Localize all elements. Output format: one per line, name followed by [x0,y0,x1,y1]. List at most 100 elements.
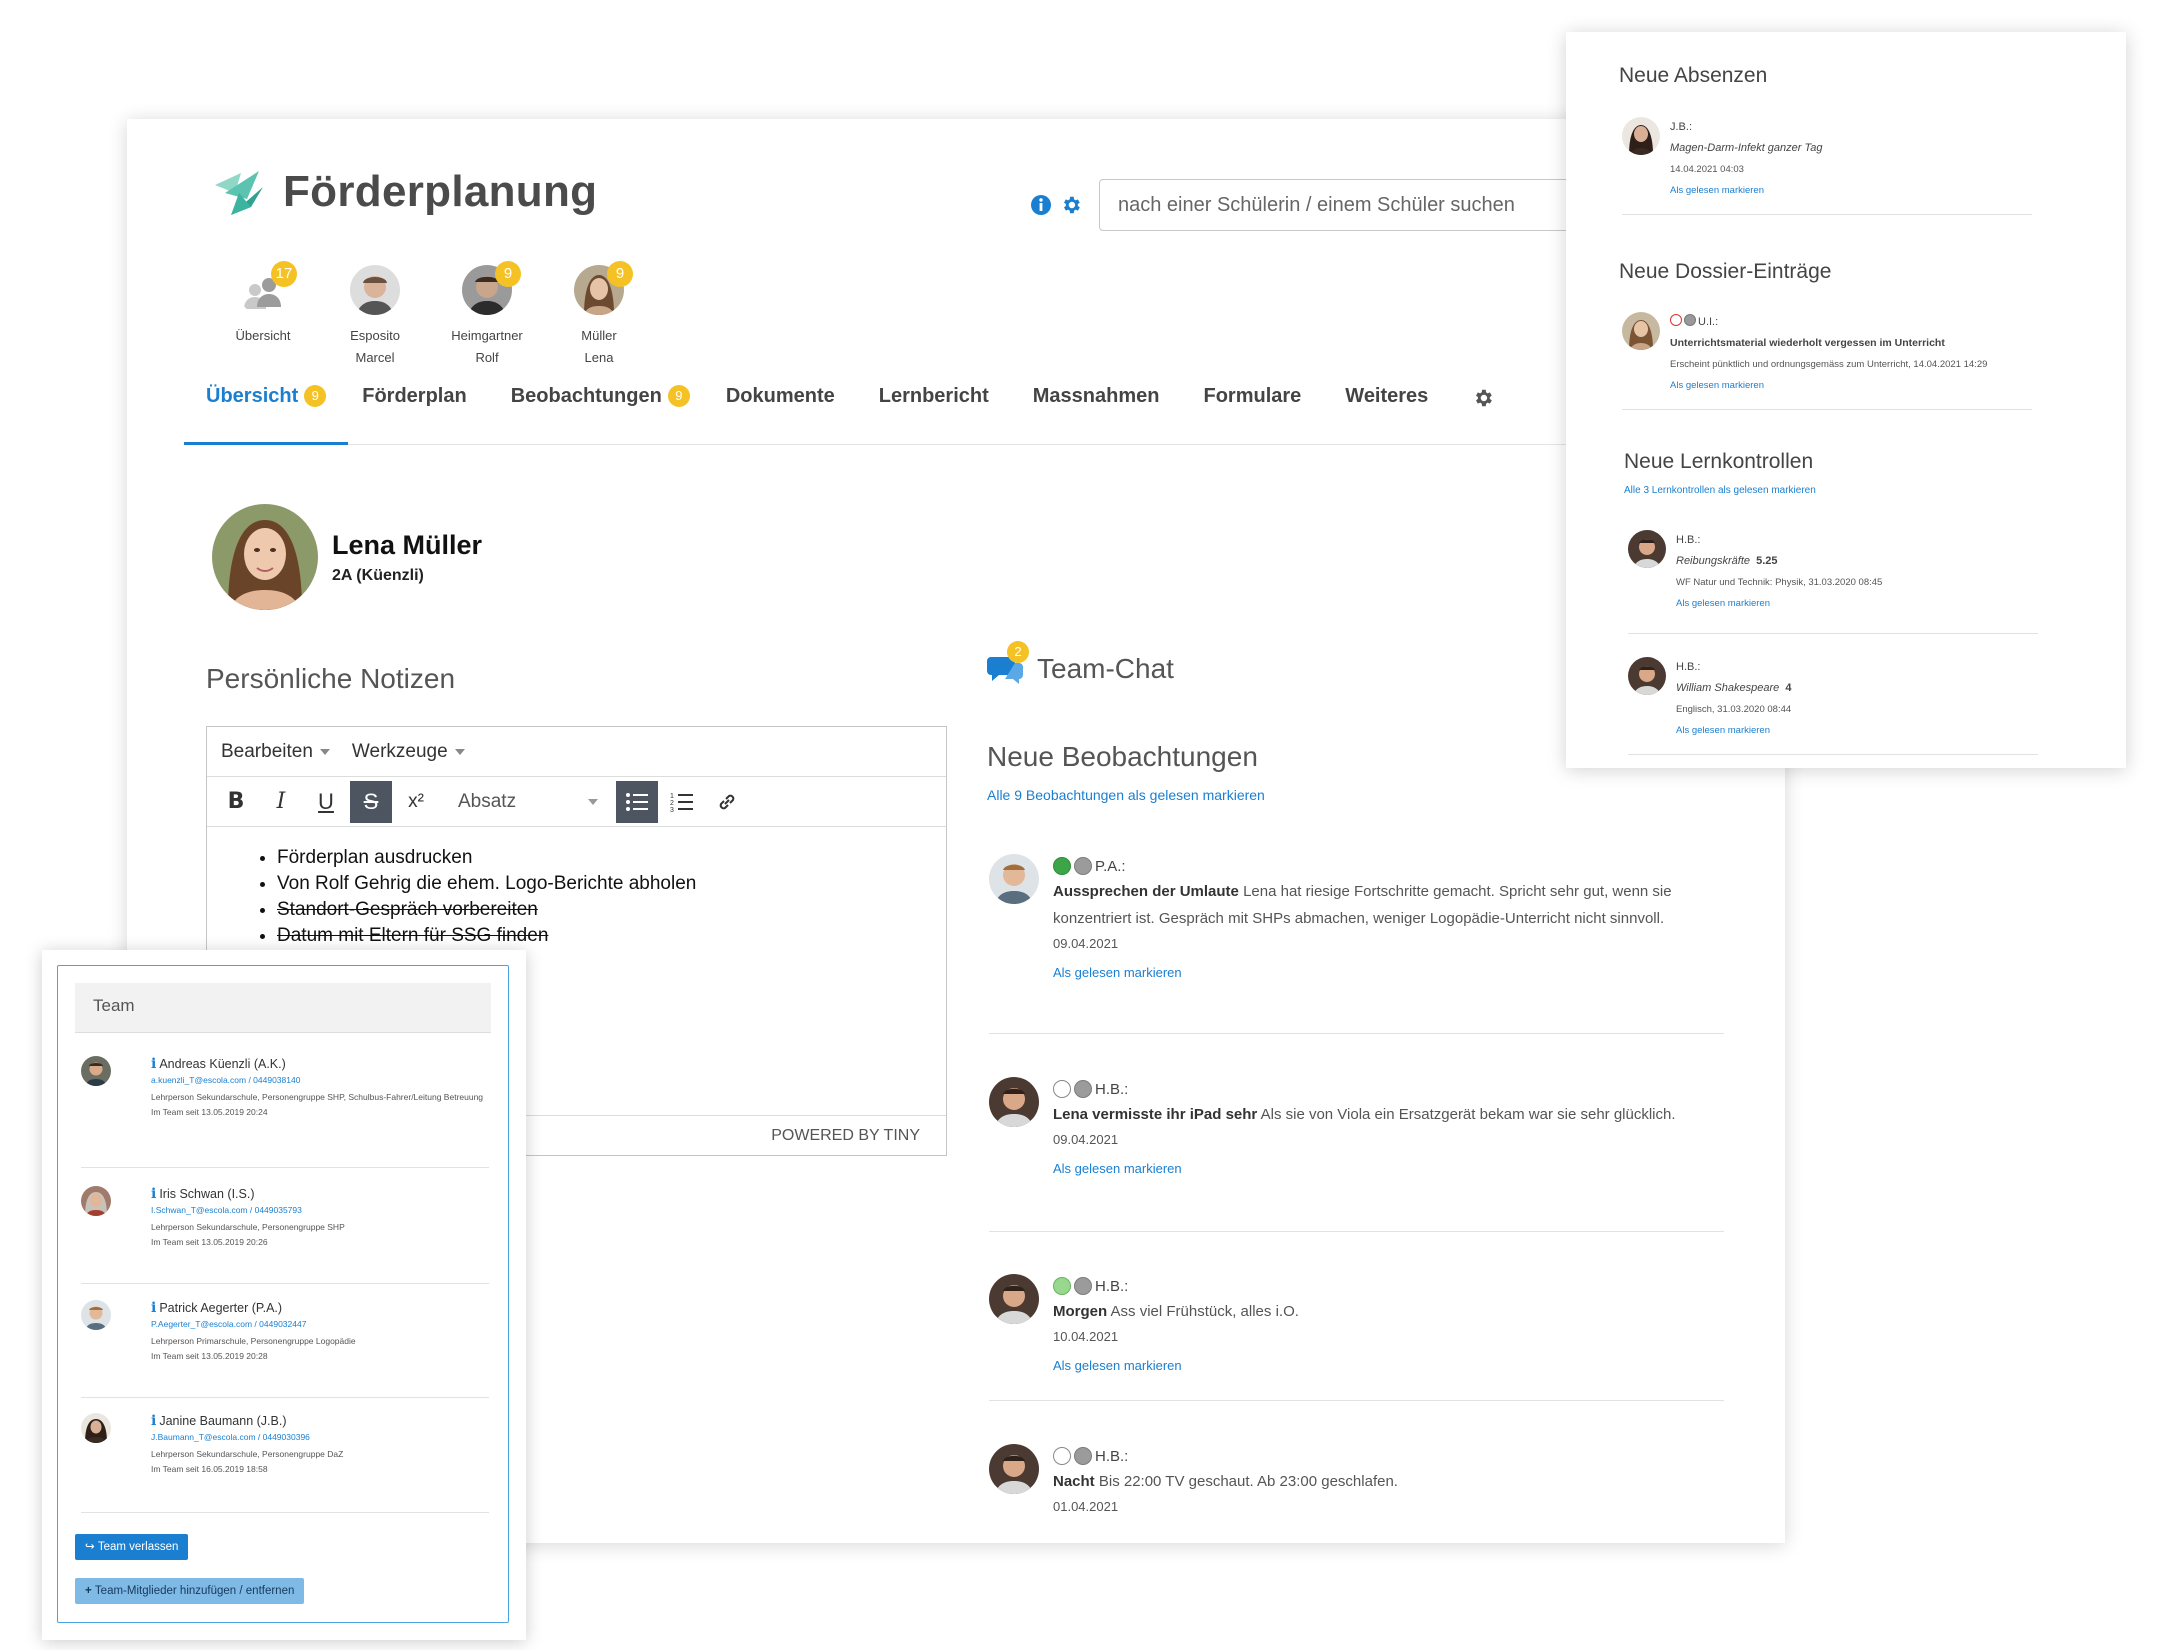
chat-badge: 2 [1007,641,1029,663]
info-icon[interactable]: i [151,1056,156,1072]
observation-item: H.B.: Morgen Ass viel Frühstück, alles i… [989,1274,1724,1401]
team-chat-header[interactable]: 2 Team-Chat [987,641,1174,685]
team-member: i Patrick Aegerter (P.A.) P.Aegerter_T@es… [81,1300,489,1398]
tab-lernbericht[interactable]: Lernbericht [857,375,1011,445]
author-avatar [1628,657,1666,695]
plus-icon: + [85,1585,95,1597]
link-button[interactable] [706,781,748,823]
mark-read-link[interactable]: Als gelesen markieren [1053,1358,1724,1373]
menu-werkzeuge[interactable]: Werkzeuge [352,741,465,763]
tab-settings[interactable] [1450,375,1516,445]
team-title: Team [75,983,491,1033]
app-logo[interactable]: Förderplanung [211,163,597,221]
block-format-select[interactable]: Absatz [448,781,608,823]
menu-bearbeiten[interactable]: Bearbeiten [221,741,330,763]
observations-title: Neue Beobachtungen [987,741,1258,772]
tab-uebersicht[interactable]: Übersicht 9 [184,375,349,445]
mark-all-observations-link[interactable]: Alle 9 Beobachtungen als gelesen markier… [987,787,1265,803]
list-item: Datum mit Eltern für SSG finden [277,923,946,949]
member-role: Lehrperson Sekundarschule, Personengrupp… [151,1222,345,1232]
member-name: Iris Schwan (I.S.) [159,1187,255,1201]
observation-text: Als sie von Viola ein Ersatzgerät bekam … [1260,1106,1676,1123]
info-icon[interactable]: i [151,1186,156,1202]
absence-date: 14.04.2021 04:03 [1670,164,1744,175]
info-icon[interactable]: i [151,1300,156,1316]
person-esposito[interactable]: Esposito Marcel [319,265,431,369]
tab-foerderplan[interactable]: Förderplan [348,375,488,445]
person-heimgartner[interactable]: 9 Heimgartner Rolf [431,261,543,369]
member-contact[interactable]: P.Aegerter_T@escola.com / 0449032447 [151,1319,489,1329]
tab-massnahmen[interactable]: Massnahmen [1011,375,1182,445]
person-mueller[interactable]: 9 Müller Lena [543,261,655,369]
button-label: Team-Mitglieder hinzufügen / entfernen [94,1585,295,1597]
student-photo [212,504,318,610]
member-role: Lehrperson Sekundarschule, Personengrupp… [151,1092,484,1102]
author-avatar [1622,312,1660,350]
button-label: Team verlassen [97,1541,179,1553]
note-text: Förderplan ausdrucken [277,847,473,868]
student-quick-list: 17 Übersicht Esposito Marcel 9 Heimgartne… [207,261,655,369]
list-item: Förderplan ausdrucken [277,845,946,871]
underline-button[interactable]: U [305,781,347,823]
italic-button[interactable]: I [260,781,302,823]
dossier-entry-title: Unterrichtsmaterial wiederholt vergessen… [1670,337,1945,349]
mark-read-link[interactable]: Als gelesen markieren [1670,180,2032,201]
superscript-button[interactable]: x² [395,781,437,823]
numbered-list-button[interactable]: 123 [661,781,703,823]
tab-weiteres[interactable]: Weiteres [1323,375,1450,445]
member-avatar [81,1413,111,1443]
member-avatar [81,1300,111,1330]
member-contact[interactable]: I.Schwan_T@escola.com / 0449035793 [151,1205,489,1215]
member-since: Im Team seit 16.05.2019 18:58 [151,1464,268,1474]
person-lastname: Heimgartner [451,328,523,343]
bullet-list-button[interactable] [616,780,658,823]
gear-icon[interactable] [1059,193,1083,217]
mark-read-link[interactable]: Als gelesen markieren [1053,1161,1724,1176]
info-icon[interactable]: i [151,1413,156,1429]
member-contact[interactable]: J.Baumann_T@escola.com / 0449030396 [151,1432,489,1442]
bold-button[interactable]: B [215,781,257,823]
test-author: H.B.: [1676,661,1701,673]
student-profile: Lena Müller 2A (Küenzli) [212,504,482,610]
status-dot [1074,1277,1092,1295]
tab-label: Weiteres [1345,385,1429,407]
observation-date: 10.04.2021 [1053,1329,1119,1344]
author-avatar [989,1077,1039,1127]
observation-date: 09.04.2021 [1053,936,1119,951]
member-name: Janine Baumann (J.B.) [159,1414,287,1428]
observation-date: 01.04.2021 [1053,1499,1119,1514]
tab-badge: 9 [667,385,690,407]
tab-dokumente[interactable]: Dokumente [712,375,857,445]
observation-text: Bis 22:00 TV geschaut. Ab 23:00 geschlaf… [1098,1473,1398,1490]
mark-read-link[interactable]: Als gelesen markieren [1053,965,1724,980]
observation-text: Ass viel Frühstück, alles i.O. [1110,1303,1299,1320]
status-dot [1053,857,1071,875]
svg-text:1: 1 [670,793,674,800]
notes-list[interactable]: Förderplan ausdrucken Von Rolf Gehrig di… [207,827,946,949]
note-text: Von Rolf Gehrig die ehem. Logo-Berichte … [277,873,697,894]
info-icon[interactable] [1029,193,1053,217]
svg-text:2: 2 [670,800,674,807]
dossier-item: U.I.: Unterrichtsmaterial wiederholt ver… [1622,312,2032,410]
mark-read-link[interactable]: Als gelesen markieren [1676,593,2038,614]
tab-label: Massnahmen [1032,385,1160,407]
tab-formulare[interactable]: Formulare [1181,375,1323,445]
leave-team-button[interactable]: ↪ Team verlassen [75,1534,189,1560]
mark-read-link[interactable]: Als gelesen markieren [1670,375,2032,396]
tab-beobachtungen[interactable]: Beobachtungen 9 [489,375,712,445]
test-grade: 5.25 [1756,555,1778,567]
edit-team-members-button[interactable]: + Team-Mitglieder hinzufügen / entfernen [75,1578,305,1604]
mark-read-link[interactable]: Als gelesen markieren [1676,720,2038,741]
person-overview[interactable]: 17 Übersicht [207,261,319,369]
mark-all-tests-link[interactable]: Alle 3 Lernkontrollen als gelesen markie… [1624,485,1816,496]
overview-badge: 17 [271,261,297,287]
tab-label: Lernbericht [878,385,989,407]
tab-label: Förderplan [362,385,467,407]
note-text: Standort-Gespräch vorbereiten [277,899,538,920]
list-item: Von Rolf Gehrig die ehem. Logo-Berichte … [277,871,946,897]
link-icon [719,794,735,809]
team-panel: Team i Andreas Küenzli (A.K.) a.kuenzli_T… [42,950,526,1640]
person-label: Übersicht [235,328,291,343]
strikethrough-button[interactable]: S [350,780,392,823]
member-contact[interactable]: a.kuenzli_T@escola.com / 0449038140 [151,1075,489,1085]
